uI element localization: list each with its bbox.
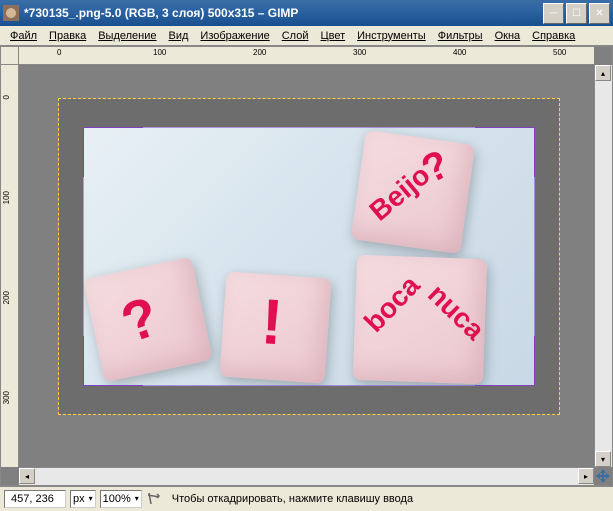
- ruler-h-tick: 400: [453, 48, 466, 57]
- window-title: *730135_.png-5.0 (RGB, 3 слоя) 500x315 –…: [24, 6, 543, 20]
- ruler-vertical[interactable]: 0 100 200 300: [1, 65, 19, 467]
- menu-view[interactable]: Вид: [163, 28, 195, 44]
- maximize-button[interactable]: ☐: [566, 3, 587, 24]
- scroll-right-button[interactable]: ▸: [578, 468, 594, 484]
- menu-bar: Файл Правка Выделение Вид Изображение Сл…: [0, 26, 613, 46]
- menu-windows[interactable]: Окна: [489, 28, 527, 44]
- title-bar: *730135_.png-5.0 (RGB, 3 слоя) 500x315 –…: [0, 0, 613, 26]
- ruler-horizontal[interactable]: 0 100 200 300 400 500: [19, 47, 594, 65]
- scrollbar-horizontal[interactable]: ◂ ▸: [19, 467, 594, 485]
- unit-select[interactable]: px: [70, 490, 96, 508]
- dice-face-text: nuca: [421, 278, 490, 346]
- menu-select[interactable]: Выделение: [92, 28, 162, 44]
- scroll-up-button[interactable]: ▴: [595, 65, 611, 81]
- navigation-icon[interactable]: [595, 468, 611, 484]
- menu-layer[interactable]: Слой: [276, 28, 315, 44]
- crop-tool-icon: [146, 491, 162, 507]
- dice-face-text: !: [259, 284, 285, 359]
- menu-filters[interactable]: Фильтры: [432, 28, 489, 44]
- ruler-v-tick: 300: [2, 391, 11, 404]
- ruler-corner[interactable]: [1, 47, 19, 65]
- menu-color[interactable]: Цвет: [314, 28, 351, 44]
- canvas[interactable]: ? ! ? Beijo boca nuca: [59, 99, 559, 414]
- status-hint: Чтобы откадрировать, нажмите клавишу вво…: [166, 491, 609, 507]
- menu-help[interactable]: Справка: [526, 28, 581, 44]
- close-button[interactable]: ✕: [589, 3, 610, 24]
- menu-edit[interactable]: Правка: [43, 28, 92, 44]
- status-coords: 457, 236: [4, 490, 66, 508]
- ruler-v-tick: 0: [2, 95, 11, 99]
- dice-face-text: boca: [358, 269, 426, 338]
- zoom-select[interactable]: 100%: [100, 490, 142, 508]
- dice-face-text: ?: [113, 283, 167, 356]
- ruler-h-tick: 500: [553, 48, 566, 57]
- scrollbar-vertical[interactable]: ▴ ▾: [594, 65, 612, 467]
- menu-tools[interactable]: Инструменты: [351, 28, 432, 44]
- ruler-v-tick: 100: [2, 191, 11, 204]
- ruler-h-tick: 0: [57, 48, 61, 57]
- minimize-button[interactable]: ─: [543, 3, 564, 24]
- menu-file[interactable]: Файл: [4, 28, 43, 44]
- status-bar: 457, 236 px 100% Чтобы откадрировать, на…: [0, 486, 613, 510]
- ruler-h-tick: 200: [253, 48, 266, 57]
- ruler-h-tick: 300: [353, 48, 366, 57]
- workspace: 0 100 200 300 400 500 0 100 200 300 ? !: [0, 46, 613, 486]
- image-content: ? ! ? Beijo boca nuca: [83, 127, 535, 386]
- menu-image[interactable]: Изображение: [194, 28, 275, 44]
- scroll-left-button[interactable]: ◂: [19, 468, 35, 484]
- ruler-h-tick: 100: [153, 48, 166, 57]
- scroll-down-button[interactable]: ▾: [595, 451, 611, 467]
- app-icon: [3, 5, 19, 21]
- canvas-viewport[interactable]: ? ! ? Beijo boca nuca: [19, 65, 594, 467]
- ruler-v-tick: 200: [2, 291, 11, 304]
